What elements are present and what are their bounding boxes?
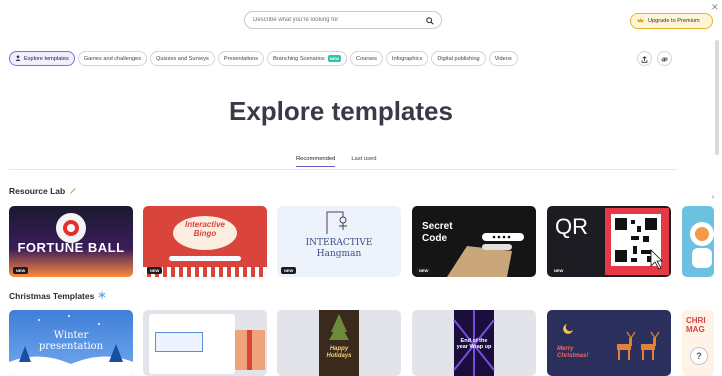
upgrade-premium-label: Upgrade to Premium: [648, 18, 700, 24]
template-card-astronaut[interactable]: [682, 206, 714, 277]
scroll-right-icon[interactable]: ›: [707, 190, 719, 202]
chip-label: Quizzes and Surveys: [156, 55, 209, 62]
chip-branching-scenarios[interactable]: Branching Scenarios NEW: [267, 51, 348, 66]
search-bar[interactable]: [244, 11, 442, 29]
template-card-christmas-magazine[interactable]: CHRI MAG: [682, 310, 714, 376]
chip-label: Presentations: [223, 55, 259, 62]
tab-bar: Recommended Last used: [296, 156, 376, 167]
help-button[interactable]: ?: [690, 347, 708, 365]
chip-infographics[interactable]: Infographics: [385, 51, 429, 66]
chip-label: Branching Scenarios: [273, 55, 325, 62]
pencil-icon: [69, 186, 77, 196]
card-title: Winter presentation: [38, 330, 104, 352]
chip-label: Courses: [356, 55, 377, 62]
card-title: FORTUNE BALL: [17, 240, 125, 255]
card-title: Happy Holidays: [326, 346, 352, 359]
category-chips: Explore templates Games and challenges Q…: [9, 51, 518, 66]
section-title-christmas: Christmas Templates: [9, 291, 106, 301]
chip-digital-publishing[interactable]: Digital publishing: [431, 51, 486, 66]
chip-label: Explore templates: [24, 55, 69, 62]
template-card-qr[interactable]: QR NEW: [547, 206, 671, 277]
section-title-resource-lab: Resource Lab: [9, 186, 77, 196]
reindeer-art: [563, 324, 660, 360]
new-badge: NEW: [147, 267, 163, 274]
chip-label: Games and challenges: [83, 55, 141, 62]
link-icon: [661, 50, 668, 68]
gift-art: [235, 330, 265, 370]
question-icon: ?: [696, 351, 702, 361]
chip-label: Infographics: [391, 55, 423, 62]
card-title: Merry Christmas!: [557, 346, 589, 359]
tree-art: [329, 314, 349, 340]
chip-videos[interactable]: Videos: [488, 51, 518, 66]
tab-last-used[interactable]: Last used: [351, 156, 376, 167]
new-badge: NEW: [13, 267, 29, 274]
section-title-text: Resource Lab: [9, 186, 66, 196]
card-title: CHRI MAG: [686, 316, 706, 334]
upload-button[interactable]: [637, 51, 652, 66]
card-title: Secret Code: [422, 221, 453, 244]
upgrade-premium-button[interactable]: Upgrade to Premium: [630, 13, 713, 29]
snowflake-icon: [98, 291, 106, 301]
astronaut-art: [690, 222, 714, 268]
chip-games[interactable]: Games and challenges: [77, 51, 147, 66]
template-card-christmas-doc[interactable]: [143, 310, 267, 376]
crown-icon: [637, 17, 644, 25]
bingo-bar: [169, 256, 241, 261]
template-card-winter-presentation[interactable]: Winter presentation: [9, 310, 133, 376]
chip-courses[interactable]: Courses: [350, 51, 383, 66]
card-title: INTERACTIVE Hangman: [305, 238, 373, 259]
new-badge: NEW: [281, 267, 297, 274]
tab-recommended[interactable]: Recommended: [296, 156, 336, 167]
template-card-happy-holidays[interactable]: Happy Holidays: [277, 310, 401, 376]
chip-label: Digital publishing: [437, 55, 480, 62]
upload-icon: [641, 50, 648, 68]
chip-quizzes[interactable]: Quizzes and Surveys: [150, 51, 215, 66]
card-title: Interactive Bingo: [184, 220, 226, 238]
scrollbar[interactable]: [715, 40, 719, 155]
template-card-secret-code[interactable]: Secret Code NEW: [412, 206, 536, 277]
chip-presentations[interactable]: Presentations: [217, 51, 265, 66]
new-badge: NEW: [551, 267, 567, 274]
chip-label: Videos: [494, 55, 512, 62]
template-card-hangman[interactable]: INTERACTIVE Hangman NEW: [277, 206, 401, 277]
link-button[interactable]: [657, 51, 672, 66]
chip-explore-templates[interactable]: Explore templates: [9, 51, 75, 66]
template-card-merry-christmas[interactable]: Merry Christmas!: [547, 310, 671, 376]
template-card-year-wrap-up[interactable]: End of the year Wrap up: [412, 310, 536, 376]
new-badge: NEW: [327, 55, 342, 62]
template-card-interactive-bingo[interactable]: Interactive Bingo NEW: [143, 206, 267, 277]
new-badge: NEW: [416, 267, 432, 274]
template-card-fortune-ball[interactable]: FORTUNE BALL NEW: [9, 206, 133, 277]
user-icon: [15, 54, 21, 63]
divider: [9, 169, 677, 170]
card-title: QR: [555, 214, 588, 239]
card-title: End of the year Wrap up: [456, 338, 492, 350]
close-icon[interactable]: ✕: [711, 2, 719, 13]
search-input[interactable]: [253, 17, 413, 23]
section-title-text: Christmas Templates: [9, 291, 95, 301]
search-icon[interactable]: [426, 16, 434, 32]
page-title: Explore templates: [229, 96, 453, 126]
